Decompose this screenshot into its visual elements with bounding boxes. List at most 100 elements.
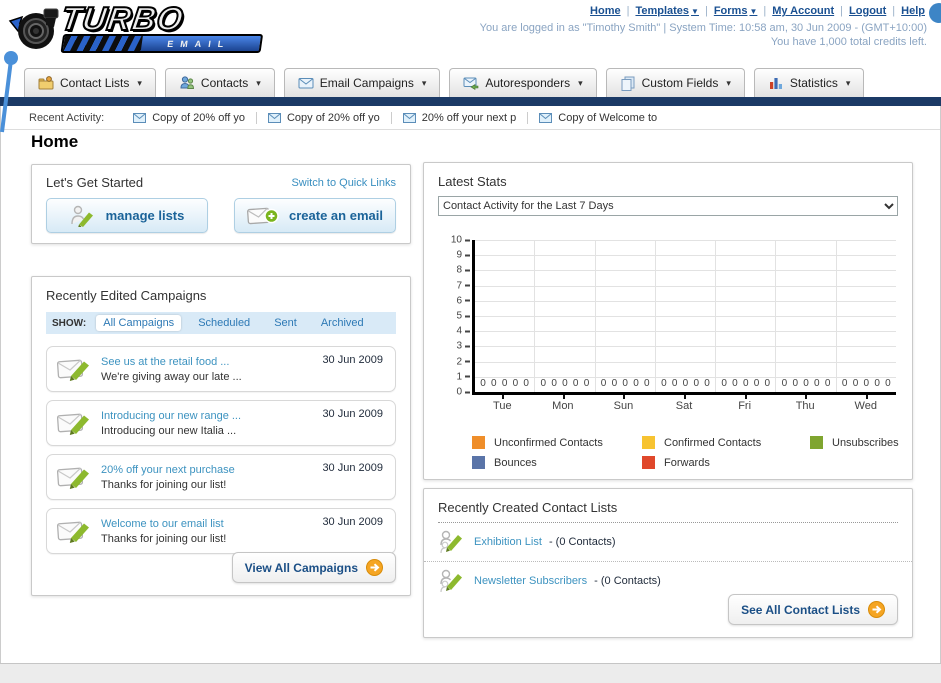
link-my-account[interactable]: My Account: [772, 5, 834, 17]
data-value-label: 0: [841, 378, 848, 389]
envelope-edit-icon: [57, 521, 89, 543]
campaign-text: Welcome to our email list Thanks for joi…: [101, 518, 226, 545]
campaign-subtitle: Introducing our new Italia ...: [101, 424, 237, 437]
campaign-title-link[interactable]: See us at the retail food ...: [101, 356, 242, 368]
campaign-row[interactable]: See us at the retail food ... We're givi…: [46, 346, 396, 392]
dropdown-arrow-icon: ▼: [691, 7, 699, 16]
data-value-label: 0: [523, 378, 529, 389]
tab-dropdown-arrow-icon: ▾: [726, 77, 731, 88]
tab-dropdown-arrow-icon: ▾: [256, 77, 261, 88]
campaign-row[interactable]: Welcome to our email list Thanks for joi…: [46, 508, 396, 554]
legend-label: Unsubscribes: [832, 436, 899, 449]
contacts-icon: [180, 76, 194, 89]
tab-label: Contact Lists: [60, 76, 130, 90]
envelope-icon: [133, 112, 147, 123]
filter-archived[interactable]: Archived: [314, 315, 371, 331]
data-value-label: 0: [633, 378, 639, 389]
data-value-label: 0: [671, 378, 678, 389]
gridline: [475, 300, 896, 302]
app-logo[interactable]: TURBO EMAIL: [6, 0, 267, 55]
legend-item: Confirmed Contacts: [642, 436, 810, 449]
get-started-title: Let's Get Started: [46, 175, 144, 190]
recent-activity-item[interactable]: Copy of 20% off yo: [122, 112, 256, 124]
person-pencil-icon: [70, 205, 93, 227]
header-right: Home | Templates ▼ | Forms ▼ | My Account | Logout…: [480, 5, 927, 48]
legend-item: Unconfirmed Contacts: [472, 436, 642, 449]
tab-autoresponders[interactable]: Autoresponders ▾: [449, 68, 597, 97]
activity-item-label: 20% off your next p: [421, 111, 517, 124]
campaign-title-link[interactable]: Welcome to our email list: [101, 518, 226, 530]
contact-list-row[interactable]: Exhibition List - (0 Contacts): [424, 523, 912, 561]
chart-legend: Unconfirmed Contacts Confirmed Contacts Un…: [472, 436, 912, 469]
campaign-row[interactable]: Introducing our new range ... Introducin…: [46, 400, 396, 446]
switch-quick-links-link[interactable]: Switch to Quick Links: [291, 177, 396, 189]
latest-stats-panel: Latest Stats Contact Activity for the La…: [423, 162, 913, 480]
contact-list-text: Exhibition List - (0 Contacts): [474, 536, 616, 548]
tab-custom-fields[interactable]: Custom Fields ▾: [605, 68, 745, 97]
y-tick-label: 4: [456, 326, 470, 337]
link-home[interactable]: Home: [590, 5, 621, 17]
campaign-title-link[interactable]: Introducing our new range ...: [101, 410, 241, 422]
tab-statistics[interactable]: Statistics ▾: [753, 68, 865, 97]
contact-list-link[interactable]: Exhibition List: [474, 536, 542, 548]
tab-contacts[interactable]: Contacts ▾: [164, 68, 275, 97]
contact-lists-panel: Recently Created Contact Lists Exhibitio…: [423, 488, 913, 638]
credits-text: You have 1,000 total credits left.: [770, 36, 927, 48]
tab-contact-lists[interactable]: Contact Lists ▾: [24, 68, 156, 97]
recent-activity-item[interactable]: Copy of 20% off yo: [255, 111, 391, 124]
data-value-label: 0: [852, 378, 859, 389]
header: TURBO EMAIL Home | Templates ▼ | Forms ▼ | My Ac…: [0, 0, 941, 66]
campaign-text: Introducing our new range ... Introducin…: [101, 410, 241, 437]
legend-label: Forwards: [664, 456, 710, 469]
view-all-campaigns-button[interactable]: View All Campaigns: [231, 552, 396, 583]
link-templates[interactable]: Templates ▼: [635, 5, 699, 17]
turbo-email-app: TURBO EMAIL Home | Templates ▼ | Forms ▼ | My Ac…: [0, 0, 941, 683]
contact-lists-title: Recently Created Contact Lists: [438, 500, 618, 515]
tab-dropdown-arrow-icon: ▾: [578, 77, 583, 88]
legend-swatch-icon: [642, 436, 655, 449]
statistics-icon: [769, 78, 782, 89]
filter-sent[interactable]: Sent: [267, 315, 304, 331]
dropdown-arrow-icon: ▼: [749, 7, 758, 16]
data-value-label: 0: [704, 378, 710, 389]
link-separator: |: [704, 5, 708, 17]
gridline: [475, 270, 896, 272]
see-all-contact-lists-button[interactable]: See All Contact Lists: [728, 594, 898, 625]
gridline: [475, 255, 896, 257]
x-axis-label: Thu: [775, 395, 836, 412]
recent-activity-item[interactable]: Copy of Welcome to: [527, 111, 668, 124]
link-help[interactable]: Help: [901, 5, 925, 17]
contact-list-link[interactable]: Newsletter Subscribers: [474, 575, 587, 587]
campaign-title-link[interactable]: 20% off your next purchase: [101, 464, 235, 476]
link-separator: |: [763, 5, 767, 17]
data-value-label: 0: [551, 378, 557, 389]
y-tick-label: 6: [456, 295, 470, 306]
logo-email-bar: EMAIL: [60, 34, 264, 53]
latest-stats-title: Latest Stats: [438, 174, 507, 189]
gridline: [475, 376, 896, 378]
stats-range-select[interactable]: Contact Activity for the Last 7 Days: [438, 196, 898, 216]
campaign-row[interactable]: 20% off your next purchase Thanks for jo…: [46, 454, 396, 500]
recent-activity-item[interactable]: 20% off your next p: [390, 111, 528, 124]
tab-dropdown-arrow-icon: ▾: [845, 77, 851, 88]
chart-y-axis: 10 9 8 7 6 5 4 3 2 1 0: [438, 235, 470, 398]
filter-all-campaigns[interactable]: All Campaigns: [96, 315, 182, 331]
link-forms[interactable]: Forms ▼: [714, 5, 758, 17]
campaigns-panel: Recently Edited Campaigns SHOW: All Camp…: [31, 276, 411, 596]
tab-email-campaigns[interactable]: Email Campaigns ▾: [283, 68, 441, 97]
help-bubble-icon[interactable]: [929, 3, 941, 23]
link-logout[interactable]: Logout: [849, 5, 886, 17]
create-email-button[interactable]: create an email: [234, 198, 396, 233]
manage-lists-button[interactable]: manage lists: [46, 198, 208, 233]
legend-swatch-icon: [642, 456, 655, 469]
contact-list-count: - (0 Contacts): [594, 575, 661, 587]
y-tick-label: 5: [456, 311, 470, 322]
autoresponders-icon: [463, 77, 479, 91]
data-value-label: 0: [764, 378, 771, 389]
page-title: Home: [31, 132, 79, 151]
y-tick-label: 8: [456, 265, 470, 276]
campaign-date: 30 Jun 2009: [322, 462, 383, 474]
filter-scheduled[interactable]: Scheduled: [191, 315, 257, 331]
logo-text: TURBO EMAIL: [56, 0, 267, 53]
contact-activity-chart: 10 9 8 7 6 5 4 3 2 1 0 000000000000000000000000000…: [438, 235, 902, 420]
